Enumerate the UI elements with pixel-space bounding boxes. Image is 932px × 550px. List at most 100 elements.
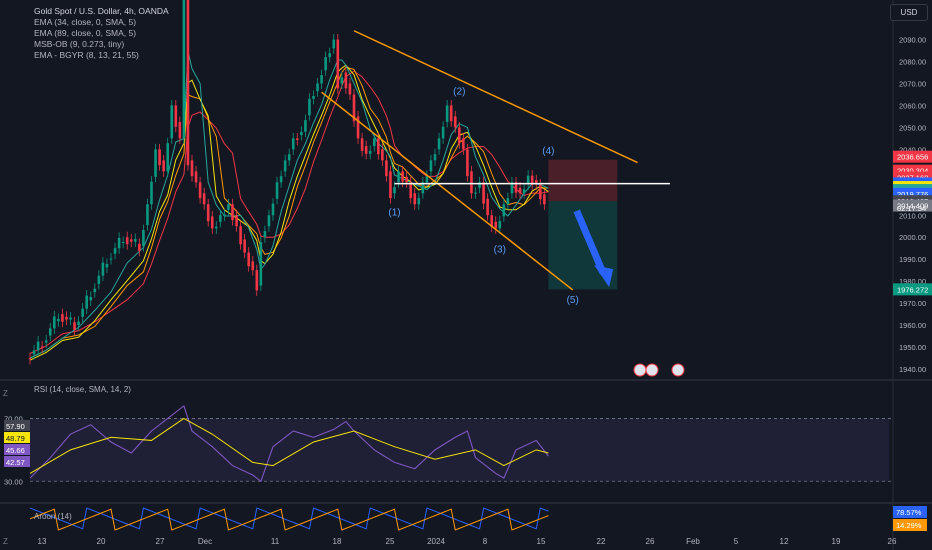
candle-body	[482, 182, 485, 204]
candle-body	[259, 242, 263, 286]
candle-body	[202, 193, 206, 205]
candle-body	[219, 215, 222, 222]
candle-body	[198, 182, 202, 199]
candle-body	[409, 182, 412, 199]
candle-body	[360, 138, 364, 151]
x-tick-label: 20	[97, 537, 106, 546]
candle-body	[142, 229, 145, 247]
candle-body	[372, 138, 376, 147]
ema-orange-line	[29, 66, 549, 359]
legend-title: Gold Spot / U.S. Dollar, 4h, OANDA	[34, 6, 169, 16]
candle-body	[150, 181, 153, 205]
pane-zoom-icon[interactable]: Z	[3, 389, 8, 398]
candle-body	[425, 176, 429, 183]
aroon-up-line	[29, 507, 549, 530]
y-tick-label: 1990.00	[899, 255, 926, 264]
rsi-legend: RSI (14, close, SMA, 14, 2)	[34, 385, 131, 394]
candle-body	[251, 261, 255, 271]
aroon-legend: Aroon (14)	[34, 512, 72, 521]
candle-body	[28, 358, 32, 360]
currency-selector[interactable]: USD	[890, 4, 928, 21]
candle-body	[320, 75, 323, 84]
wave-label: (1)	[388, 207, 400, 218]
x-tick-label: 19	[832, 537, 841, 546]
candle-body	[190, 160, 194, 177]
stop-loss-zone	[548, 159, 618, 202]
candle-body	[429, 160, 433, 172]
aroon-value-label: 78.57%	[896, 508, 922, 517]
candle-body	[332, 39, 336, 49]
rsi-value-label: 42.57	[6, 458, 25, 467]
candle-body	[474, 192, 477, 194]
candle-body	[502, 204, 506, 217]
candle-body	[65, 316, 68, 320]
candle-body	[215, 226, 218, 229]
candle-body	[44, 340, 48, 343]
y-tick-label: 2050.00	[899, 123, 926, 132]
candle-body	[166, 143, 169, 172]
aroon-down-line	[29, 508, 549, 531]
y-tick-label: 1970.00	[899, 299, 926, 308]
candle-body	[539, 184, 542, 200]
candle-body	[61, 314, 64, 322]
event-flag-icon	[645, 363, 659, 377]
candle-body	[243, 239, 246, 253]
legend-msb-ob: MSB-OB (9, 0.273, tiny)	[34, 39, 125, 49]
legend-ema-bgyr: EMA - BGYR (8, 13, 21, 55)	[34, 50, 139, 60]
rsi-value-label: 57.90	[6, 422, 25, 431]
price-label-text: 1976.272	[897, 285, 928, 294]
candle-body	[121, 242, 125, 244]
price-label-text: 2036.656	[897, 153, 928, 162]
event-flag-icon	[671, 363, 685, 377]
candle-body	[53, 316, 56, 329]
candle-body	[97, 275, 101, 284]
candle-body	[364, 146, 368, 154]
candle-body	[170, 105, 174, 139]
candle-body	[247, 252, 250, 267]
candle-body	[186, 0, 190, 166]
candle-body	[348, 83, 352, 95]
x-tick-label: 27	[156, 537, 165, 546]
candle-body	[182, 0, 186, 139]
candle-body	[470, 171, 473, 194]
candle-body	[498, 221, 502, 229]
candle-body	[437, 138, 441, 150]
candle-body	[134, 238, 137, 242]
candle-body	[89, 296, 93, 301]
candle-body	[401, 171, 404, 182]
chart-canvas[interactable]: 1940.001950.001960.001970.001980.001990.…	[0, 0, 932, 550]
candle-body	[231, 204, 234, 221]
candle-body	[462, 138, 465, 150]
candle-body	[316, 83, 319, 92]
candle-body	[235, 215, 238, 227]
candle-body	[449, 105, 453, 122]
candle-body	[304, 120, 307, 132]
candle-body	[413, 193, 417, 205]
candle-body	[433, 154, 437, 161]
time-zoom-icon[interactable]: Z	[3, 537, 8, 546]
candle-body	[494, 221, 498, 229]
y-tick-label: 1960.00	[899, 321, 926, 330]
y-tick-label: 2090.00	[899, 36, 926, 45]
candle-body	[393, 187, 396, 194]
x-tick-label: Feb	[686, 537, 700, 546]
wave-label: (5)	[567, 295, 579, 306]
candle-body	[324, 57, 327, 71]
y-tick-label: 1950.00	[899, 343, 926, 352]
y-tick-label: 2080.00	[899, 58, 926, 67]
candle-body	[158, 149, 161, 166]
candle-body	[389, 171, 392, 199]
candle-body	[146, 204, 149, 226]
x-tick-label: 18	[333, 537, 342, 546]
x-tick-label: 2024	[427, 537, 445, 546]
wave-label: (3)	[494, 245, 506, 256]
rsi-band	[30, 418, 889, 482]
candle-body	[73, 322, 76, 330]
candle-body	[397, 171, 400, 183]
candle-body	[344, 72, 348, 89]
candle-body	[81, 308, 84, 317]
candle-body	[405, 176, 408, 183]
candle-body	[300, 131, 303, 136]
candle-body	[178, 121, 182, 139]
x-tick-label: 11	[271, 537, 280, 546]
